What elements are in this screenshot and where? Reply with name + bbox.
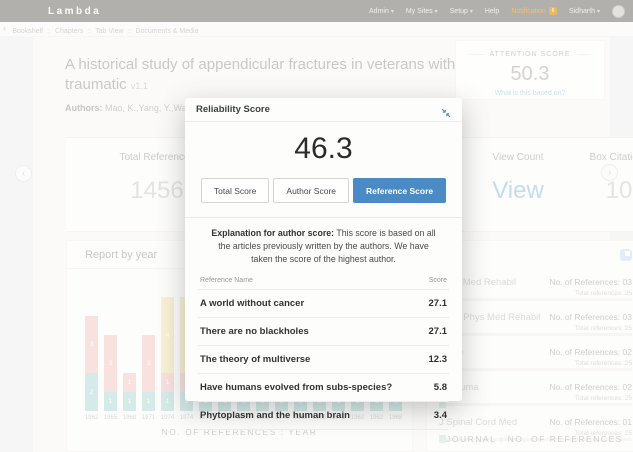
user-name: Sidharth bbox=[568, 7, 596, 15]
table-row: Have humans evolved from subs-species? 5.… bbox=[198, 373, 449, 401]
chevron-down-icon: ▾ bbox=[469, 8, 473, 15]
reliability-score-value: 46.3 bbox=[294, 132, 353, 165]
avatar[interactable] bbox=[612, 4, 625, 18]
top-navbar: Lambda Admin ▾ My Sites ▾ Setup ▾ Help Noti… bbox=[0, 0, 633, 22]
modal-header: Reliability Score bbox=[185, 98, 462, 122]
table-row: The theory of multiverse 12.3 bbox=[198, 345, 449, 373]
tab-author-score[interactable]: Author Score bbox=[273, 178, 350, 203]
reference-name: The theory of multiverse bbox=[200, 354, 311, 365]
reliability-score-modal: Reliability Score 46.3 Total Score Author… bbox=[185, 98, 462, 430]
column-header-score: Score bbox=[428, 277, 447, 284]
navbar-menu: Admin ▾ My Sites ▾ Setup ▾ Help Notificatio… bbox=[369, 4, 625, 18]
table-row: A world without cancer 27.1 bbox=[198, 289, 449, 317]
reference-score: 27.1 bbox=[428, 326, 448, 337]
tab-reference-score[interactable]: Reference Score bbox=[353, 178, 447, 203]
score-explanation: Explanation for author score: This score… bbox=[185, 218, 462, 274]
reference-score: 3.4 bbox=[433, 410, 447, 421]
notification-menu-item[interactable]: Notification 6 bbox=[511, 7, 557, 15]
score-tabs: Total Score Author Score Reference Score bbox=[185, 178, 462, 218]
notification-badge: 6 bbox=[548, 7, 557, 15]
nav-item-setup[interactable]: Setup ▾ bbox=[450, 8, 473, 15]
nav-item-admin[interactable]: Admin ▾ bbox=[369, 8, 394, 15]
reference-score: 12.3 bbox=[428, 354, 448, 365]
reference-score: 27.1 bbox=[428, 298, 448, 309]
reference-name: Phytoplasm and the human brain bbox=[200, 410, 350, 421]
reference-name: A world without cancer bbox=[200, 298, 305, 309]
nav-item-help[interactable]: Help bbox=[485, 8, 499, 15]
chevron-down-icon: ▾ bbox=[390, 8, 394, 15]
column-header-reference-name: Reference Name bbox=[200, 277, 253, 284]
reference-score-table: Reference Name Score A world without can… bbox=[198, 274, 449, 430]
reference-name: Have humans evolved from subs-species? bbox=[200, 382, 393, 393]
table-header: Reference Name Score bbox=[198, 274, 449, 289]
user-menu-item[interactable]: Sidharth ▾ bbox=[569, 8, 600, 15]
nav-item-my-sites[interactable]: My Sites ▾ bbox=[406, 8, 438, 15]
chevron-down-icon: ▾ bbox=[596, 8, 600, 15]
collapse-icon[interactable] bbox=[441, 105, 451, 117]
reference-name: There are no blackholes bbox=[200, 326, 309, 337]
table-row: There are no blackholes 27.1 bbox=[198, 317, 449, 345]
tab-total-score[interactable]: Total Score bbox=[200, 178, 270, 203]
explanation-label: Explanation for author score: bbox=[211, 228, 335, 238]
brand-logo[interactable]: Lambda bbox=[48, 6, 101, 17]
divider bbox=[198, 429, 449, 430]
chevron-down-icon: ▾ bbox=[434, 8, 438, 15]
table-row: Phytoplasm and the human brain 3.4 bbox=[198, 401, 449, 429]
modal-title: Reliability Score bbox=[196, 104, 270, 115]
reference-score: 5.8 bbox=[433, 382, 447, 393]
notification-label: Notification bbox=[511, 7, 546, 15]
